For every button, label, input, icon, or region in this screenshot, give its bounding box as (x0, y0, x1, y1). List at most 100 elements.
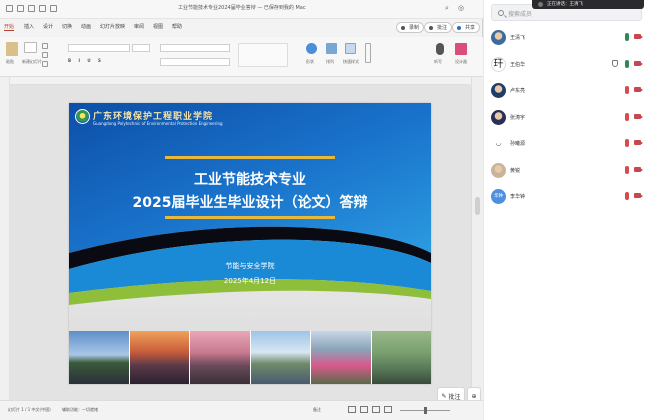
participant-row[interactable]: 华钟 李华钟 (484, 187, 650, 211)
participant-row[interactable]: 玕王伯华 (484, 55, 650, 79)
zoom-slider-knob[interactable] (424, 407, 427, 414)
participant-row[interactable]: ◡ 孙曦源 (484, 134, 650, 158)
thumbnail-pane[interactable] (0, 77, 10, 400)
tab-slideshow[interactable]: 幻灯片放映 (100, 23, 125, 30)
font-size-box[interactable] (132, 44, 150, 52)
arrange-icon[interactable] (326, 43, 337, 54)
campus-photo-strip (69, 331, 431, 384)
comments-button[interactable]: 批注 (424, 22, 453, 33)
redo-icon[interactable] (50, 5, 57, 12)
account-icon[interactable]: ◎ (458, 4, 464, 12)
quick-styles-label: 快速样式 (343, 59, 359, 64)
designer-icon[interactable] (455, 43, 467, 55)
tab-view[interactable]: 视图 (153, 23, 163, 30)
format-buttons[interactable]: B I U S (68, 58, 104, 63)
participant-avatar (491, 109, 506, 125)
shapes-label: 形状 (306, 59, 314, 64)
tab-home[interactable]: 开始 (4, 23, 15, 31)
paragraph-group[interactable] (160, 44, 230, 52)
alignment-group[interactable] (160, 58, 230, 66)
participant-avatar: 华钟 (491, 189, 506, 204)
camera-off-icon[interactable] (634, 60, 643, 66)
slide-title-line2: 2025届毕业生毕业设计（论文）答辩 (132, 195, 368, 211)
tab-review[interactable]: 审阅 (134, 23, 144, 30)
slide-title-line1: 工业节能技术专业 (194, 172, 306, 188)
school-logo (75, 109, 90, 124)
participant-name: 孙曦源 (510, 141, 526, 147)
tab-transitions[interactable]: 切换 (62, 23, 72, 30)
text-tools-group[interactable] (238, 43, 288, 67)
speaking-indicator-bar[interactable]: 正在讲话：王清飞 (532, 0, 644, 9)
mic-muted-icon[interactable] (625, 139, 629, 147)
mic-on-icon[interactable] (625, 59, 629, 68)
campus-photo-4 (250, 331, 310, 384)
comment-icon: ✎ (441, 392, 447, 400)
sorter-view-icon[interactable] (360, 406, 368, 413)
participant-row[interactable]: 张涛宇 (484, 108, 650, 132)
layout-icon[interactable] (42, 43, 48, 49)
section-icon[interactable] (42, 61, 48, 67)
shapes-icon[interactable] (306, 43, 317, 54)
fill-icon[interactable] (365, 43, 371, 63)
mic-muted-icon[interactable] (625, 112, 629, 121)
save-icon[interactable] (28, 5, 35, 12)
home-icon[interactable] (17, 5, 24, 12)
camera-off-icon[interactable] (634, 87, 643, 92)
scroll-thumb[interactable] (475, 197, 480, 215)
camera-off-icon[interactable] (634, 166, 643, 172)
participant-avatar (491, 83, 506, 98)
camera-off-icon[interactable] (634, 193, 643, 198)
camera-off-icon[interactable] (634, 34, 643, 39)
reset-icon[interactable] (42, 52, 48, 58)
normal-view-icon[interactable] (348, 406, 356, 413)
tab-insert[interactable]: 插入 (24, 23, 34, 30)
participant-avatar (491, 30, 506, 45)
autosave-icon[interactable] (6, 5, 13, 12)
notes-button[interactable]: 备注 (313, 407, 321, 413)
tab-animations[interactable]: 动画 (81, 23, 91, 30)
font-name-box[interactable] (68, 44, 130, 52)
title-bar: 工业节能技术专业2024届毕业答辩 — 已保存到我的 Mac ⌕ ◎ (0, 0, 483, 19)
mic-muted-icon[interactable] (625, 165, 629, 174)
tab-design[interactable]: 设计 (43, 23, 53, 30)
search-icon[interactable]: ⌕ (445, 4, 449, 13)
quick-styles-icon[interactable] (345, 43, 356, 54)
share-button[interactable]: 共享 (452, 22, 481, 33)
vertical-scrollbar[interactable] (471, 77, 483, 400)
undo-icon[interactable] (39, 5, 46, 12)
participant-row[interactable]: 卢东亮 (484, 81, 650, 105)
new-slide-icon[interactable] (24, 42, 37, 53)
member-search-placeholder: 搜索成员 (508, 11, 533, 18)
reading-view-icon[interactable] (372, 406, 380, 413)
participant-name: 张涛宇 (510, 114, 526, 121)
paste-icon[interactable] (6, 42, 18, 56)
camera-off-icon[interactable] (634, 140, 643, 145)
camera-off-icon[interactable] (634, 113, 643, 119)
title-divider-top (165, 156, 335, 159)
dictate-icon[interactable] (436, 43, 444, 55)
slide[interactable]: 广东环境保护工程职业学院 Guangdong Polytechnic of En… (69, 103, 431, 384)
slideshow-view-icon[interactable] (384, 406, 392, 413)
mic-muted-icon[interactable] (625, 86, 629, 94)
status-bar: 幻灯片 1 / 1 中文(中国) 辅助功能：一切就绪 备注 (0, 400, 483, 420)
accessibility-status[interactable]: 辅助功能：一切就绪 (62, 407, 98, 413)
slide-info: 幻灯片 1 / 1 中文(中国) (8, 407, 51, 412)
participant-row[interactable]: 王清飞 (484, 28, 650, 52)
participant-avatar: ◡ (491, 136, 506, 151)
title-divider-bottom (165, 216, 335, 219)
participant-name: 王伯华 (510, 61, 526, 68)
host-shield-icon (612, 59, 618, 67)
paste-label: 粘贴 (6, 59, 14, 64)
mic-on-icon[interactable] (625, 33, 629, 41)
campus-photo-6 (371, 331, 431, 384)
campus-photo-3 (190, 331, 250, 384)
campus-photo-1 (69, 331, 129, 384)
horizontal-ruler (10, 77, 470, 85)
participant-name: 李华钟 (510, 194, 526, 200)
record-button[interactable]: 录制 (396, 22, 425, 33)
tab-help[interactable]: 帮助 (172, 23, 182, 30)
participant-row[interactable]: 黄锐 (484, 161, 650, 185)
ribbon-tabs: 开始 插入 设计 切换 动画 幻灯片放映 审阅 视图 帮助 录制 批注 共享 (0, 21, 483, 36)
desktop: 工业节能技术专业2024届毕业答辩 — 已保存到我的 Mac ⌕ ◎ 开始 插入… (0, 0, 650, 420)
mic-muted-icon[interactable] (625, 192, 629, 200)
